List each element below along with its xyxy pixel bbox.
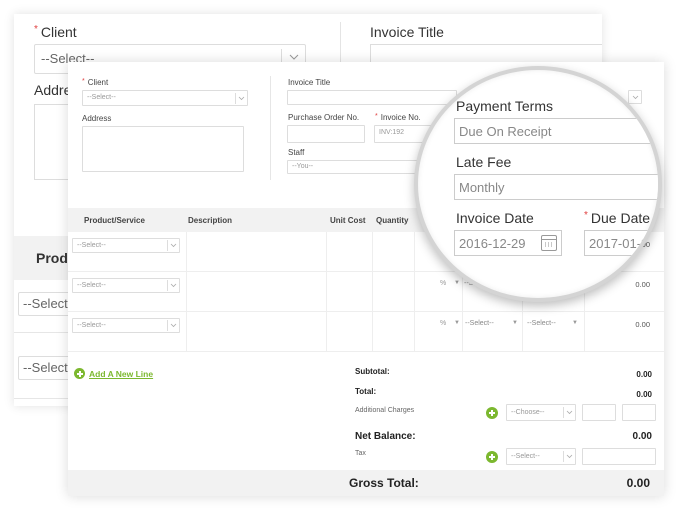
quantity-header: Quantity [376, 216, 409, 225]
chevron-down-icon [167, 240, 179, 251]
line-item-row: --Select-- % ▼ --Select-- ▼ --Select-- ▼… [68, 312, 664, 352]
row-amount: 0.00 [635, 320, 650, 329]
additional-charges-select[interactable]: --Choose-- [506, 404, 576, 421]
unit-cost-header: Unit Cost [330, 216, 366, 225]
client-label: * Client [34, 24, 77, 40]
required-marker: * [34, 24, 38, 35]
po-input[interactable] [287, 125, 365, 143]
invoice-date-label: Invoice Date [456, 210, 534, 226]
row-amount: 0.00 [635, 280, 650, 289]
row-product-value: --Select-- [77, 322, 106, 329]
client-label: * Client [82, 78, 108, 87]
due-date-label-text: Due Date [590, 210, 651, 226]
address-textarea[interactable] [82, 126, 244, 172]
add-new-line-button[interactable]: Add A New Line [74, 368, 153, 379]
plus-circle-icon [74, 368, 85, 379]
charge-amount-input[interactable] [582, 404, 616, 421]
caret-down-icon: ▼ [572, 320, 578, 326]
chevron-down-icon [235, 93, 247, 104]
additional-charges-value: --Choose-- [511, 409, 545, 416]
required-marker: * [584, 210, 588, 221]
invoice-title-label: Invoice Title [288, 78, 331, 87]
chevron-down-icon [563, 407, 575, 418]
net-balance-label: Net Balance: [355, 431, 416, 442]
payment-terms-select[interactable]: Due On Receipt [454, 118, 658, 144]
client-select[interactable]: --Select-- [82, 90, 248, 106]
tax-select[interactable]: --Select-- [506, 448, 576, 465]
invoice-no-label-text: Invoice No. [380, 113, 421, 122]
calendar-icon[interactable] [541, 235, 557, 251]
row-divider [14, 332, 74, 333]
caret-down-icon: ▼ [454, 320, 460, 326]
due-date-input[interactable]: 2017-01-3 [584, 230, 658, 256]
charge-percent-input[interactable] [622, 404, 656, 421]
chevron-down-icon [629, 92, 641, 103]
invoice-date-input[interactable]: 2016-12-29 [454, 230, 562, 256]
product-header: Product/Service [84, 216, 145, 225]
row-product-select[interactable]: --Select-- [72, 318, 180, 333]
plus-circle-icon [486, 407, 498, 419]
add-charge-button[interactable] [486, 406, 498, 424]
required-marker: * [375, 113, 378, 120]
client-select-value: --Select-- [87, 94, 116, 101]
additional-charges-label: Additional Charges [355, 407, 415, 414]
client-label-text: Client [40, 24, 77, 40]
invoice-title-input[interactable] [287, 90, 457, 105]
tax-label: Tax [355, 450, 366, 457]
total-value: 0.00 [636, 390, 652, 399]
tax2-select[interactable]: --Select-- [527, 320, 556, 327]
tax-select[interactable]: --Select-- [465, 320, 494, 327]
caret-down-icon: ▼ [454, 280, 460, 286]
net-balance-value: 0.00 [632, 431, 652, 442]
divider [270, 76, 271, 180]
staff-label: Staff [288, 148, 305, 157]
row-product-select[interactable]: --Select-- [72, 278, 180, 293]
po-label: Purchase Order No. [288, 113, 360, 122]
magnifier-lens: Payment Terms Due On Receipt Late Fee Mo… [414, 66, 662, 302]
discount-type-select[interactable]: % [440, 280, 446, 287]
required-marker: * [82, 78, 85, 85]
due-date-label: * Due Date [584, 210, 650, 226]
client-label-text: Client [87, 78, 109, 87]
gross-total-value: 0.00 [626, 476, 650, 490]
address-label: Address [82, 114, 112, 123]
description-header: Description [188, 216, 233, 225]
gross-total-bar: Gross Total: 0.00 [68, 470, 664, 496]
invoice-date-value: 2016-12-29 [459, 236, 526, 251]
row-divider [14, 398, 74, 399]
payment-terms-label: Payment Terms [456, 98, 553, 114]
caret-down-icon: ▼ [512, 320, 518, 326]
chevron-down-icon [167, 320, 179, 331]
subtotal-label: Subtotal: [355, 367, 390, 376]
tax-select-value: --Select-- [511, 453, 540, 460]
total-label: Total: [355, 387, 377, 396]
row-product-value: --Select-- [77, 282, 106, 289]
chevron-down-icon [167, 280, 179, 291]
invoice-title-label: Invoice Title [370, 24, 444, 40]
discount-type-select[interactable]: % [440, 320, 446, 327]
late-fee-label: Late Fee [456, 154, 512, 170]
late-fee-select[interactable]: Monthly [454, 174, 658, 200]
add-new-line-label: Add A New Line [89, 368, 154, 379]
invoice-no-label: * Invoice No. [375, 113, 421, 122]
gross-total-label: Gross Total: [349, 476, 419, 490]
tax-amount-input[interactable] [582, 448, 656, 465]
add-tax-button[interactable] [486, 450, 498, 468]
row-product-select[interactable]: --Select-- [72, 238, 180, 253]
subtotal-value: 0.00 [636, 370, 652, 379]
chevron-down-icon [563, 451, 575, 462]
invoice-title-input[interactable] [370, 44, 602, 64]
row-product-value: --Select-- [77, 242, 106, 249]
plus-circle-icon [486, 451, 498, 463]
payment-terms-dropdown-toggle[interactable] [628, 90, 642, 104]
